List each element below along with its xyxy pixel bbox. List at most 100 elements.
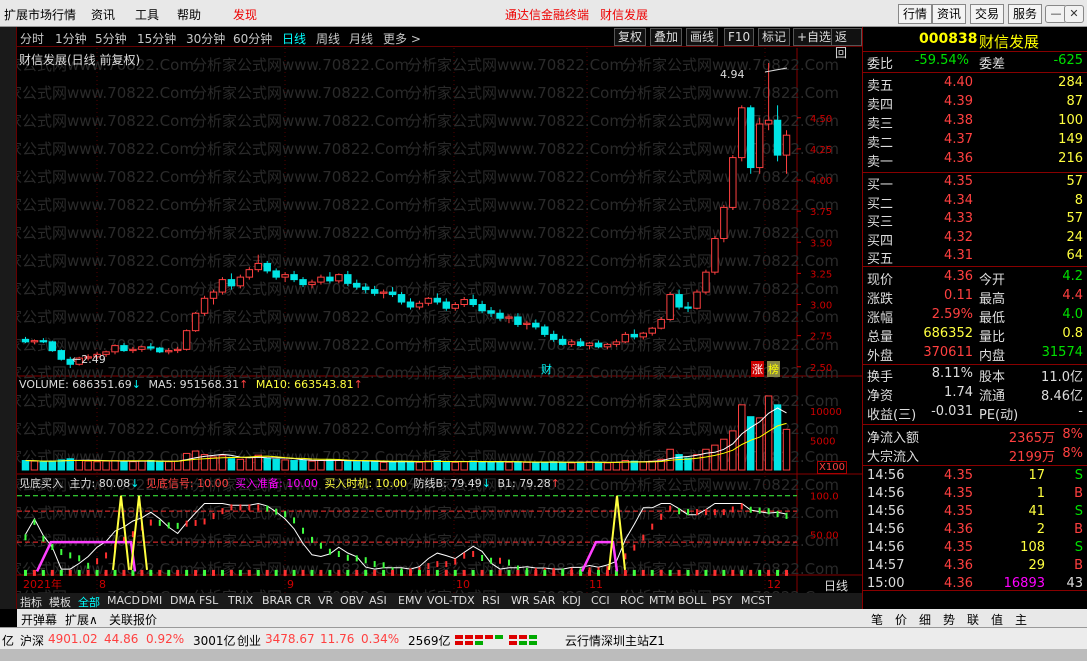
- back-button[interactable]: 返回: [831, 28, 862, 60]
- service-button[interactable]: 服务: [1008, 4, 1043, 24]
- indicator-tab[interactable]: WR: [511, 594, 530, 607]
- period-weekly[interactable]: 周线: [316, 30, 340, 47]
- indicator-tab[interactable]: PSY: [712, 594, 732, 607]
- ask-level-row[interactable]: 卖五 4.40 284: [867, 75, 1085, 94]
- period-60min[interactable]: 60分钟: [233, 30, 272, 47]
- danmu-tab[interactable]: 开弹幕: [21, 611, 57, 628]
- restore-rights-button[interactable]: 复权: [614, 28, 647, 46]
- indicator-tab[interactable]: VOL-TDX: [427, 594, 475, 607]
- indicator-tab[interactable]: CCI: [591, 594, 610, 607]
- tick-row[interactable]: 14:56 4.35 17 S: [867, 468, 1085, 486]
- indicator-tab[interactable]: CR: [296, 594, 311, 607]
- ask-level-row[interactable]: 卖三 4.38 100: [867, 113, 1085, 132]
- kline-chart[interactable]: 分析家公式网www.70822.Com分析家公式网www.70822.Com分析…: [17, 48, 862, 593]
- indicator-tab[interactable]: RSI: [482, 594, 500, 607]
- ask-level-row[interactable]: 卖四 4.39 87: [867, 94, 1085, 113]
- left-toolbar-strip[interactable]: [0, 27, 17, 609]
- period-30min[interactable]: 30分钟: [186, 30, 225, 47]
- extend-tab[interactable]: 扩展∧: [65, 611, 98, 628]
- rise-marker[interactable]: 涨: [751, 361, 764, 377]
- tick-row[interactable]: 14:56 4.35 1 B: [867, 486, 1085, 504]
- bid-level-row[interactable]: 买五 4.31 64: [867, 248, 1085, 267]
- tick-row[interactable]: 14:57 4.36 29 B: [867, 558, 1085, 576]
- trade-button[interactable]: 交易: [970, 4, 1005, 24]
- menu-discover[interactable]: 发现: [233, 6, 257, 23]
- indicator-tab[interactable]: 全部: [78, 594, 100, 610]
- candle-body: [755, 123, 764, 169]
- period-footer-daily[interactable]: 日线: [824, 577, 848, 594]
- menu-news[interactable]: 资讯: [91, 6, 115, 23]
- tick-price: 4.36: [944, 576, 973, 591]
- tick-row[interactable]: 14:56 4.35 108 S: [867, 540, 1085, 558]
- indicator-tab[interactable]: VR: [318, 594, 333, 607]
- indicator-tab[interactable]: TRIX: [228, 594, 253, 607]
- period-more[interactable]: 更多 >: [383, 30, 421, 47]
- news-button[interactable]: 资讯: [932, 4, 967, 24]
- right-panel-tab[interactable]: 价: [895, 611, 907, 628]
- indicator-tab[interactable]: ASI: [369, 594, 387, 607]
- indicator-tab[interactable]: FSL: [199, 594, 218, 607]
- right-panel-tab[interactable]: 细: [919, 611, 931, 628]
- indicator-tab[interactable]: MTM: [649, 594, 675, 607]
- indicator-tab[interactable]: MACD: [107, 594, 140, 607]
- indicator-tab[interactable]: DMI: [141, 594, 162, 607]
- ask-level-row[interactable]: 卖二 4.37 149: [867, 132, 1085, 151]
- indicator-tab[interactable]: MCST: [741, 594, 772, 607]
- indicator-tab[interactable]: 指标: [20, 594, 42, 610]
- quote-button[interactable]: 行情: [898, 4, 933, 24]
- right-panel-tab[interactable]: 值: [991, 611, 1003, 628]
- list-marker[interactable]: 榜: [767, 361, 780, 377]
- right-panel-tab[interactable]: 势: [943, 611, 955, 628]
- watermark-text: 分析家公式网www.70822.Com: [622, 308, 839, 326]
- indicator-tab[interactable]: BRAR: [262, 594, 292, 607]
- bid-level-row[interactable]: 买三 4.33 57: [867, 211, 1085, 230]
- finance-marker[interactable]: 财: [541, 361, 552, 377]
- period-monthly[interactable]: 月线: [349, 30, 373, 47]
- right-panel-tab[interactable]: 主: [1015, 611, 1027, 628]
- indicator-tab[interactable]: EMV: [398, 594, 422, 607]
- close-icon[interactable]: ✕: [1064, 5, 1084, 23]
- right-panel-tab[interactable]: 联: [967, 611, 979, 628]
- candle-body: [451, 304, 459, 309]
- related-quote-tab[interactable]: 关联报价: [109, 611, 157, 628]
- price-tick-label: 4.50: [810, 114, 832, 125]
- menu-extended-market[interactable]: 扩展市场行情: [4, 6, 76, 23]
- signal-tick: [650, 569, 654, 576]
- period-daily[interactable]: 日线: [282, 30, 306, 47]
- overlay-button[interactable]: 叠加: [650, 28, 683, 46]
- period-5min[interactable]: 5分钟: [95, 30, 127, 47]
- menu-help[interactable]: 帮助: [177, 6, 201, 23]
- stat-value: 686352: [923, 326, 973, 341]
- indicator-tab[interactable]: DMA: [170, 594, 196, 607]
- indicator-tab[interactable]: ROC: [620, 594, 644, 607]
- index-sh-label[interactable]: 沪深: [20, 632, 44, 649]
- tick-row[interactable]: 14:56 4.35 41 S: [867, 504, 1085, 522]
- stock-title-link[interactable]: 财信发展: [600, 6, 648, 23]
- menu-tools[interactable]: 工具: [135, 6, 159, 23]
- index-cy-label[interactable]: 创业: [237, 632, 261, 649]
- ask-level-row[interactable]: 卖一 4.36 216: [867, 151, 1085, 170]
- tick-row[interactable]: 14:56 4.36 2 B: [867, 522, 1085, 540]
- bid-level-row[interactable]: 买二 4.34 8: [867, 193, 1085, 212]
- signal-tick: [355, 569, 359, 576]
- mark-button[interactable]: 标记: [758, 28, 791, 46]
- add-favorite-button[interactable]: +自选: [793, 28, 836, 46]
- server-status[interactable]: 云行情深圳主站Z1: [565, 632, 665, 649]
- indicator-tab[interactable]: SAR: [533, 594, 555, 607]
- period-intraday[interactable]: 分时: [20, 30, 44, 47]
- period-1min[interactable]: 1分钟: [55, 30, 87, 47]
- signal-tick: [408, 569, 412, 576]
- indicator-tab[interactable]: OBV: [340, 594, 363, 607]
- bid-level-row[interactable]: 买四 4.32 24: [867, 230, 1085, 249]
- tick-time: 14:56: [867, 522, 905, 537]
- draw-line-button[interactable]: 画线: [686, 28, 719, 46]
- bid-level-row[interactable]: 买一 4.35 57: [867, 174, 1085, 193]
- bid-volume: 57: [1066, 211, 1083, 226]
- period-15min[interactable]: 15分钟: [137, 30, 176, 47]
- right-panel-tab[interactable]: 笔: [871, 611, 883, 628]
- indicator-tab[interactable]: BOLL: [678, 594, 706, 607]
- indicator-tab[interactable]: KDJ: [562, 594, 581, 607]
- f10-button[interactable]: F10: [724, 28, 755, 46]
- indicator-tab[interactable]: 模板: [49, 594, 71, 610]
- app-title-link[interactable]: 通达信金融终端: [505, 6, 589, 23]
